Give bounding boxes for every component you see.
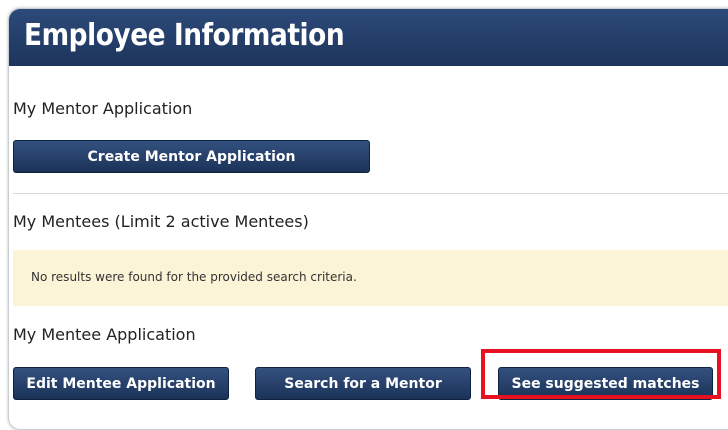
section-divider <box>13 193 728 194</box>
highlight-box <box>481 349 721 399</box>
edit-mentee-application-button[interactable]: Edit Mentee Application <box>13 367 229 400</box>
mentee-application-heading: My Mentee Application <box>13 325 196 344</box>
mentor-application-heading: My Mentor Application <box>13 99 193 118</box>
no-results-message: No results were found for the provided s… <box>31 270 357 284</box>
no-results-alert: No results were found for the provided s… <box>13 250 728 306</box>
panel-header: Employee Information <box>9 9 728 66</box>
create-mentor-application-button[interactable]: Create Mentor Application <box>13 140 370 173</box>
search-for-mentor-button[interactable]: Search for a Mentor <box>255 367 471 400</box>
page-title: Employee Information <box>24 18 345 53</box>
mentees-heading: My Mentees (Limit 2 active Mentees) <box>13 212 309 231</box>
